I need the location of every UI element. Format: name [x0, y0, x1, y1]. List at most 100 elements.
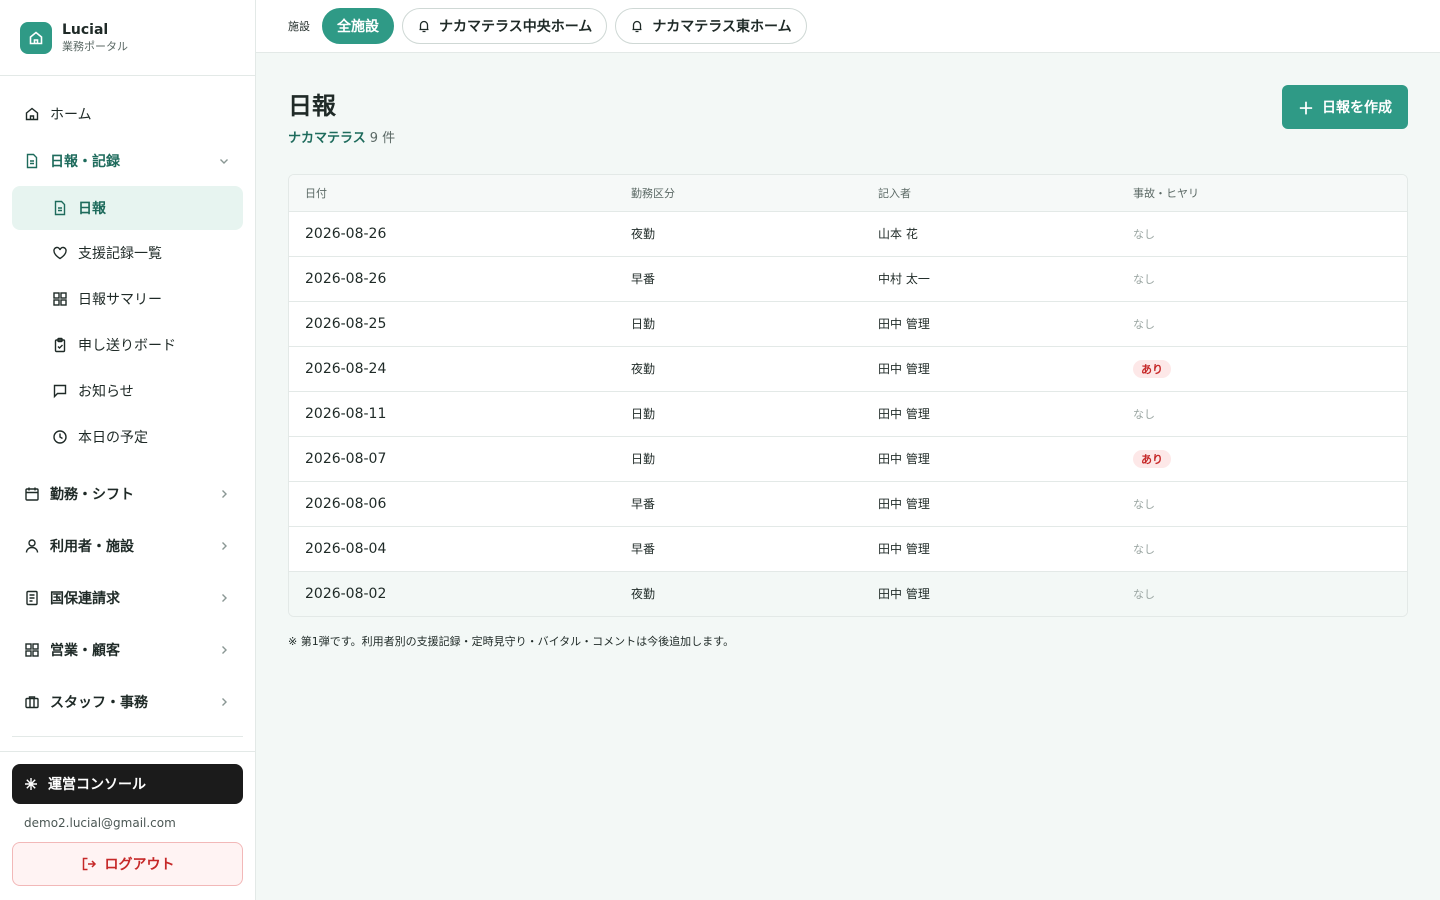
cell-date: 2026-08-24 — [289, 346, 615, 392]
admin-console-label: 運営コンソール — [48, 777, 146, 793]
cell-author: 田中 管理 — [862, 346, 1117, 392]
facility-chip-label: ナカマテラス中央ホーム — [439, 19, 593, 35]
report-table: 日付 勤務区分 記入者 事故・ヒヤリ 2026-08-26 夜勤 山本 花 なし — [288, 174, 1408, 617]
chevron-right-icon — [217, 643, 231, 657]
column-header-author[interactable]: 記入者 — [862, 175, 1117, 212]
sidebar-item-label: 申し送りボード — [78, 338, 176, 354]
cell-incident: なし — [1117, 301, 1407, 347]
sidebar-group-label: 利用者・施設 — [50, 539, 134, 555]
table-row[interactable]: 2026-08-11 日勤 田中 管理 なし — [289, 391, 1407, 437]
cell-date: 2026-08-02 — [289, 571, 615, 616]
grid-icon — [52, 291, 68, 307]
divider — [12, 736, 243, 737]
sidebar-footer: 運営コンソール demo2.lucial@gmail.com ログアウト — [0, 736, 255, 886]
sidebar-group-sales[interactable]: 営業・顧客 — [12, 624, 243, 676]
sidebar-item-home[interactable]: ホーム — [12, 92, 243, 136]
cell-incident: なし — [1117, 211, 1407, 257]
facility-chip-east[interactable]: ナカマテラス東ホーム — [615, 8, 807, 44]
incident-badge: あり — [1133, 359, 1171, 378]
chevron-down-icon — [217, 154, 231, 168]
table-row[interactable]: 2026-08-24 夜勤 田中 管理 あり — [289, 346, 1407, 392]
sidebar-item-announcements[interactable]: お知らせ — [12, 368, 243, 414]
asterisk-icon — [24, 777, 38, 791]
cell-shift: 夜勤 — [615, 346, 862, 392]
cell-shift: 夜勤 — [615, 571, 862, 616]
table-row[interactable]: 2026-08-25 日勤 田中 管理 なし — [289, 301, 1407, 347]
document-icon — [52, 200, 68, 216]
sidebar: Lucial 業務ポータル ホーム 日報・記録 日報 支援記録一覧 日報サマリー… — [0, 0, 256, 900]
sidebar-item-label: 支援記録一覧 — [78, 246, 162, 262]
brand-name: Lucial — [62, 21, 109, 38]
column-header-shift[interactable]: 勤務区分 — [615, 175, 862, 212]
plus-icon: ＋ — [1297, 99, 1314, 118]
briefcase-icon — [24, 694, 40, 710]
sidebar-group-billing[interactable]: 国保連請求 — [12, 572, 243, 624]
facility-label: 施設 — [288, 20, 310, 33]
logout-button[interactable]: ログアウト — [12, 842, 243, 886]
bell-icon — [630, 19, 644, 33]
create-report-button[interactable]: ＋ 日報を作成 — [1281, 85, 1408, 129]
sidebar-item-today-schedule[interactable]: 本日の予定 — [12, 414, 243, 460]
cell-shift: 日勤 — [615, 391, 862, 437]
chevron-right-icon — [217, 591, 231, 605]
facility-chip-central[interactable]: ナカマテラス中央ホーム — [402, 8, 608, 44]
table-row[interactable]: 2026-08-04 早番 田中 管理 なし — [289, 526, 1407, 572]
sidebar-item-label: お知らせ — [78, 384, 134, 400]
logout-label: ログアウト — [104, 857, 175, 873]
cell-shift: 早番 — [615, 256, 862, 302]
cell-author: 田中 管理 — [862, 481, 1117, 527]
logout-icon — [81, 856, 97, 872]
page-header: 日報 ナカマテラス 9 件 ＋ 日報を作成 — [288, 85, 1408, 146]
cell-date: 2026-08-26 — [289, 211, 615, 257]
table-row[interactable]: 2026-08-06 早番 田中 管理 なし — [289, 481, 1407, 527]
cell-date: 2026-08-04 — [289, 526, 615, 572]
cell-author: 中村 太一 — [862, 256, 1117, 302]
sidebar-item-daily-report[interactable]: 日報 — [12, 186, 243, 230]
sidebar-group-label: スタッフ・事務 — [50, 695, 148, 711]
sidebar-item-handover-board[interactable]: 申し送りボード — [12, 322, 243, 368]
receipt-icon — [24, 590, 40, 606]
cell-shift: 早番 — [615, 481, 862, 527]
sidebar-group-staff[interactable]: スタッフ・事務 — [12, 676, 243, 728]
heart-icon — [52, 245, 68, 261]
document-icon — [24, 153, 40, 169]
cell-shift: 日勤 — [615, 436, 862, 482]
cell-date: 2026-08-26 — [289, 256, 615, 302]
sidebar-item-label: 日報 — [78, 201, 106, 217]
admin-console-button[interactable]: 運営コンソール — [12, 764, 243, 804]
cell-shift: 夜勤 — [615, 211, 862, 257]
table-row[interactable]: 2026-08-26 早番 中村 太一 なし — [289, 256, 1407, 302]
record-count: 9 件 — [369, 131, 396, 146]
cell-author: 田中 管理 — [862, 436, 1117, 482]
cell-shift: 日勤 — [615, 301, 862, 347]
message-icon — [52, 383, 68, 399]
sidebar-group-users-facilities[interactable]: 利用者・施設 — [12, 520, 243, 572]
sidebar-group-shift[interactable]: 勤務・シフト — [12, 468, 243, 520]
home-logo-icon — [20, 21, 52, 54]
table-header-row: 日付 勤務区分 記入者 事故・ヒヤリ — [289, 175, 1407, 212]
chevron-right-icon — [217, 695, 231, 709]
sidebar-item-report-summary[interactable]: 日報サマリー — [12, 276, 243, 322]
table-row[interactable]: 2026-08-02 夜勤 田中 管理 なし — [289, 571, 1407, 616]
cell-author: 田中 管理 — [862, 526, 1117, 572]
clock-icon — [52, 429, 68, 445]
table-row[interactable]: 2026-08-07 日勤 田中 管理 あり — [289, 436, 1407, 482]
sidebar-item-support-records[interactable]: 支援記録一覧 — [12, 230, 243, 276]
page-content: 日報 ナカマテラス 9 件 ＋ 日報を作成 日付 勤務区分 記入者 事故・ヒヤリ… — [256, 53, 1440, 649]
brand[interactable]: Lucial 業務ポータル — [0, 0, 255, 76]
facility-chip-label: ナカマテラス東ホーム — [652, 19, 792, 35]
create-report-label: 日報を作成 — [1322, 100, 1392, 116]
cell-incident: なし — [1117, 571, 1407, 616]
cell-shift: 早番 — [615, 526, 862, 572]
grid-icon — [24, 642, 40, 658]
calendar-icon — [24, 486, 40, 502]
facility-chip-all[interactable]: 全施設 — [322, 8, 394, 44]
column-header-date[interactable]: 日付 — [289, 175, 615, 212]
sidebar-group-daily-records[interactable]: 日報・記録 — [12, 136, 243, 186]
table-row[interactable]: 2026-08-26 夜勤 山本 花 なし — [289, 211, 1407, 257]
home-icon — [24, 106, 40, 122]
column-header-incident[interactable]: 事故・ヒヤリ — [1117, 175, 1407, 212]
facility-filter-bar: 施設 全施設 ナカマテラス中央ホーム ナカマテラス東ホーム — [256, 0, 1440, 53]
page-subtitle: ナカマテラス 9 件 — [288, 127, 395, 146]
cell-date: 2026-08-06 — [289, 481, 615, 527]
